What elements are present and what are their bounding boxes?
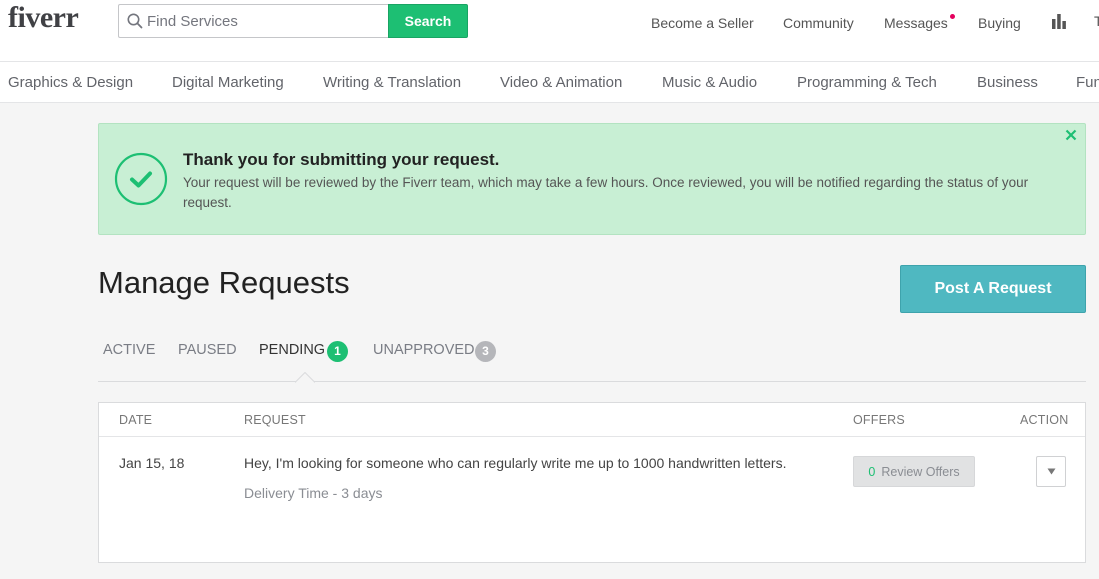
category-writing-translation[interactable]: Writing & Translation <box>323 74 461 91</box>
category-fun[interactable]: Fun <box>1076 74 1099 91</box>
offers-count: 0 <box>868 464 876 479</box>
category-nav: Graphics & Design Digital Marketing Writ… <box>0 61 1099 103</box>
success-alert: Thank you for submitting your request. Y… <box>98 123 1086 235</box>
category-programming-tech[interactable]: Programming & Tech <box>797 74 937 91</box>
unapproved-count-badge: 3 <box>475 341 496 362</box>
search-input[interactable] <box>147 5 387 37</box>
notification-dot <box>950 14 955 19</box>
tab-active[interactable]: ACTIVE <box>103 342 155 358</box>
pending-count-badge: 1 <box>327 341 348 362</box>
post-request-button[interactable]: Post A Request <box>900 265 1086 313</box>
cut-off-nav-item[interactable]: T <box>1094 13 1099 29</box>
fiverr-logo[interactable]: fiverr <box>8 1 79 35</box>
become-seller-link[interactable]: Become a Seller <box>651 15 754 31</box>
table-header-row: DATE REQUEST OFFERS ACTION <box>99 403 1085 437</box>
check-circle-icon <box>114 152 168 206</box>
search-icon <box>127 13 143 29</box>
active-tab-caret-icon <box>295 372 315 383</box>
page-title: Manage Requests <box>98 265 350 300</box>
category-video-animation[interactable]: Video & Animation <box>500 74 622 91</box>
category-business[interactable]: Business <box>977 74 1038 91</box>
requests-table: DATE REQUEST OFFERS ACTION Jan 15, 18 He… <box>98 402 1086 563</box>
review-offers-button[interactable]: 0 Review Offers <box>853 456 975 487</box>
column-header-action: ACTION <box>1020 413 1069 427</box>
column-header-offers: OFFERS <box>853 413 905 427</box>
messages-link[interactable]: Messages <box>884 15 948 31</box>
alert-title: Thank you for submitting your request. <box>183 150 500 169</box>
request-date: Jan 15, 18 <box>119 455 185 471</box>
search-box[interactable] <box>118 4 390 38</box>
tab-divider <box>98 381 1086 382</box>
tab-paused[interactable]: PAUSED <box>178 342 237 358</box>
request-description: Hey, I'm looking for someone who can reg… <box>244 455 787 471</box>
column-header-date: DATE <box>119 413 153 427</box>
category-music-audio[interactable]: Music & Audio <box>662 74 757 91</box>
close-icon[interactable] <box>1064 128 1078 142</box>
top-header: fiverr Search Become a Seller Community … <box>0 0 1099 61</box>
tab-pending[interactable]: PENDING <box>259 342 325 358</box>
bar-chart-icon[interactable] <box>1051 13 1067 29</box>
column-header-request: REQUEST <box>244 413 306 427</box>
community-link[interactable]: Community <box>783 15 854 31</box>
chevron-down-icon <box>1047 468 1056 475</box>
category-digital-marketing[interactable]: Digital Marketing <box>172 74 284 91</box>
delivery-time: Delivery Time - 3 days <box>244 485 383 501</box>
tab-unapproved[interactable]: UNAPPROVED <box>373 342 475 358</box>
action-dropdown-button[interactable] <box>1036 456 1066 487</box>
category-graphics-design[interactable]: Graphics & Design <box>8 74 133 91</box>
alert-message: Your request will be reviewed by the Fiv… <box>183 175 1029 210</box>
search-button[interactable]: Search <box>388 4 468 38</box>
review-offers-label: Review Offers <box>881 464 960 479</box>
buying-link[interactable]: Buying <box>978 15 1021 31</box>
